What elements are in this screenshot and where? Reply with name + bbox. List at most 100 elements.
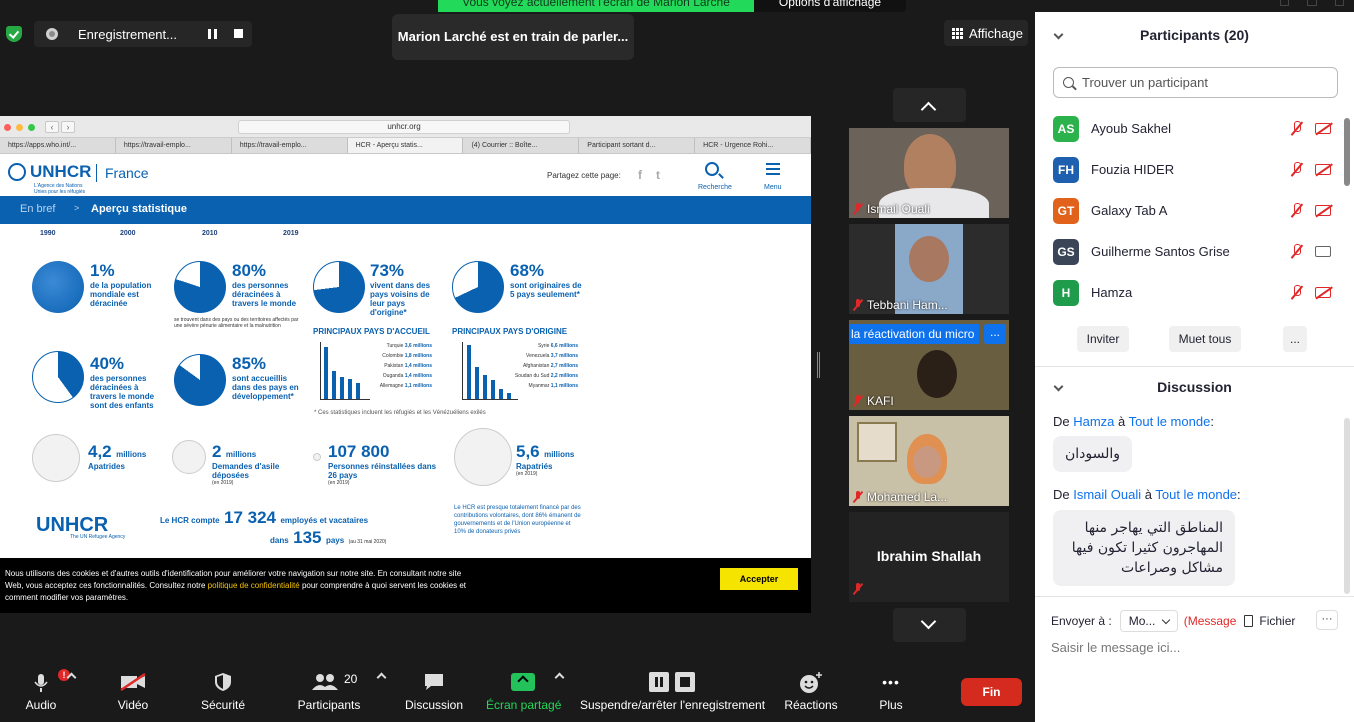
video-tile[interactable]: Mohamed La... (849, 416, 1009, 506)
privacy-policy-link[interactable]: politique de confidentialité (208, 581, 300, 590)
sender-link[interactable]: Hamza (1073, 414, 1114, 429)
browser-tab[interactable]: (4) Courrier :: Boîte... (463, 138, 580, 153)
send-to-row: Envoyer à : Mo... (Message Fichier (1051, 610, 1347, 632)
participant-row[interactable]: AS Ayoub Sakhel (1053, 108, 1343, 149)
forward-icon[interactable]: › (61, 121, 75, 133)
scroll-videos-up-button[interactable] (893, 88, 966, 122)
menu-label[interactable]: Menu (764, 184, 782, 191)
end-meeting-button[interactable]: Fin (961, 678, 1022, 706)
countries-stat: dans 135 pays (au 31 mai 2020) (270, 528, 387, 547)
stats-footnote: * Ces statistiques incluent les réfugiés… (314, 410, 486, 416)
participants-scrollbar[interactable] (1344, 118, 1350, 186)
browser-tab[interactable]: https://apps.who.int/... (0, 138, 116, 153)
unhcr-logo[interactable]: UNHCR (8, 162, 91, 182)
grid-icon (952, 27, 963, 39)
view-options-dropdown[interactable]: Options d'affichage (754, 0, 906, 12)
participants-header: Participants (20) (1140, 27, 1249, 43)
search-icon[interactable] (705, 162, 719, 176)
close-icon[interactable] (1334, 0, 1344, 6)
recipient-link[interactable]: Tout le monde (1155, 487, 1237, 502)
facebook-icon[interactable]: f (638, 168, 642, 182)
reactions-button[interactable]: Réactions (784, 662, 838, 722)
scroll-videos-down-button[interactable] (893, 608, 966, 642)
search-label[interactable]: Recherche (698, 184, 732, 191)
staff-stat: Le HCR compte 17 324 employés et vacatai… (160, 508, 369, 527)
participant-row[interactable]: FH Fouzia HIDER (1053, 149, 1343, 190)
participant-row[interactable]: GS Guilherme Santos Grise (1053, 231, 1343, 272)
participants-more-button[interactable]: ... (1283, 326, 1307, 352)
share-screen-button[interactable]: Écran partagé (486, 662, 561, 722)
participant-name: Hamza (1091, 285, 1133, 300)
search-icon (1063, 77, 1074, 88)
side-panel: Participants (20) Trouver un participant… (1035, 12, 1354, 722)
address-bar[interactable]: unhcr.org (238, 120, 570, 134)
recipient-link[interactable]: Tout le monde (1129, 414, 1211, 429)
browser-tab[interactable]: https://travail-emplo... (116, 138, 232, 153)
mute-all-button[interactable]: Muet tous (1169, 326, 1241, 352)
participant-name: Guilherme Santos Grise (1091, 244, 1230, 259)
browser-tab[interactable]: HCR - Urgence Rohi... (695, 138, 811, 153)
browser-tab[interactable]: Participant sortant d... (579, 138, 696, 153)
participant-row[interactable]: GT Galaxy Tab A (1053, 190, 1343, 231)
audio-options-caret[interactable] (66, 672, 77, 683)
file-icon[interactable] (1244, 615, 1254, 627)
chat-button[interactable]: Discussion (404, 662, 464, 722)
view-layout-button[interactable]: Affichage (944, 20, 1028, 46)
funding-note: Le HCR est presque totalement financé pa… (454, 505, 581, 535)
menu-icon[interactable] (766, 163, 780, 175)
split-drag-handle[interactable] (817, 352, 820, 378)
record-dot-icon (46, 28, 58, 40)
avatar: GT (1053, 197, 1079, 224)
mic-muted-icon (853, 491, 863, 503)
pie-85-icon (174, 354, 226, 406)
tile-more-options-button[interactable]: ... (984, 324, 1006, 344)
chat-more-button[interactable]: ··· (1316, 610, 1338, 630)
stop-recording-icon[interactable] (234, 29, 243, 38)
browser-tab-active[interactable]: HCR - Aperçu statis... (347, 138, 464, 153)
chat-scrollbar[interactable] (1344, 418, 1350, 594)
camera-off-icon (1315, 287, 1331, 298)
returnees-circle (454, 428, 512, 486)
stat-block: 80% des personnes déracinées à travers l… (232, 261, 297, 308)
chat-message: المناطق التي يهاجر منها المهاجرون كثيرا … (1053, 510, 1235, 586)
participant-row[interactable]: H Hamza (1053, 272, 1343, 313)
video-button[interactable]: Vidéo (108, 662, 158, 722)
invite-button[interactable]: Inviter (1077, 326, 1129, 352)
participant-search-input[interactable]: Trouver un participant (1053, 67, 1338, 98)
security-button[interactable]: Sécurité (198, 662, 248, 722)
file-button[interactable]: Fichier (1259, 614, 1295, 628)
audio-button[interactable]: ! Audio (16, 662, 70, 722)
participant-name: Fouzia HIDER (1091, 162, 1175, 177)
avatar: FH (1053, 156, 1079, 183)
breadcrumb-en-bref[interactable]: En bref (20, 203, 55, 215)
back-icon[interactable]: ‹ (45, 121, 59, 133)
video-tile[interactable]: Ismail Ouali (849, 128, 1009, 218)
encryption-shield-icon[interactable] (6, 26, 22, 42)
shared-screen: ‹ › unhcr.org https://apps.who.int/... h… (0, 116, 811, 613)
pause-stop-recording-button[interactable]: Suspendre/arrêter l'enregistrement (580, 662, 765, 722)
avatar: GS (1053, 238, 1079, 265)
video-tile[interactable]: Ibrahim Shallah (849, 512, 1009, 602)
camera-on-icon (1315, 246, 1331, 257)
more-button[interactable]: ••• Plus (868, 662, 914, 722)
pie-68-icon (452, 261, 504, 313)
twitter-icon[interactable]: t (656, 168, 660, 182)
maximize-icon[interactable] (1307, 0, 1317, 6)
camera-off-icon (1315, 205, 1331, 216)
participant-name: Ayoub Sakhel (1091, 121, 1171, 136)
video-tile[interactable]: Tebbani Ham... (849, 224, 1009, 314)
recording-indicator: Enregistrement... (34, 21, 252, 47)
browser-tab[interactable]: https://travail-emplo... (232, 138, 348, 153)
year-label: 2000 (120, 230, 136, 237)
minimize-icon[interactable] (1280, 0, 1290, 6)
pause-recording-icon[interactable] (208, 29, 217, 39)
participants-button[interactable]: 20 Participants (296, 662, 362, 722)
participants-options-caret[interactable] (376, 672, 387, 683)
accept-cookies-button[interactable]: Accepter (720, 568, 798, 590)
sender-link[interactable]: Ismail Ouali (1073, 487, 1141, 502)
avatar: H (1053, 279, 1079, 306)
chat-message-input[interactable]: Saisir le message ici... (1051, 640, 1180, 655)
year-label: 2019 (283, 230, 299, 237)
recipient-dropdown[interactable]: Mo... (1119, 610, 1178, 632)
microphone-icon (34, 674, 48, 692)
